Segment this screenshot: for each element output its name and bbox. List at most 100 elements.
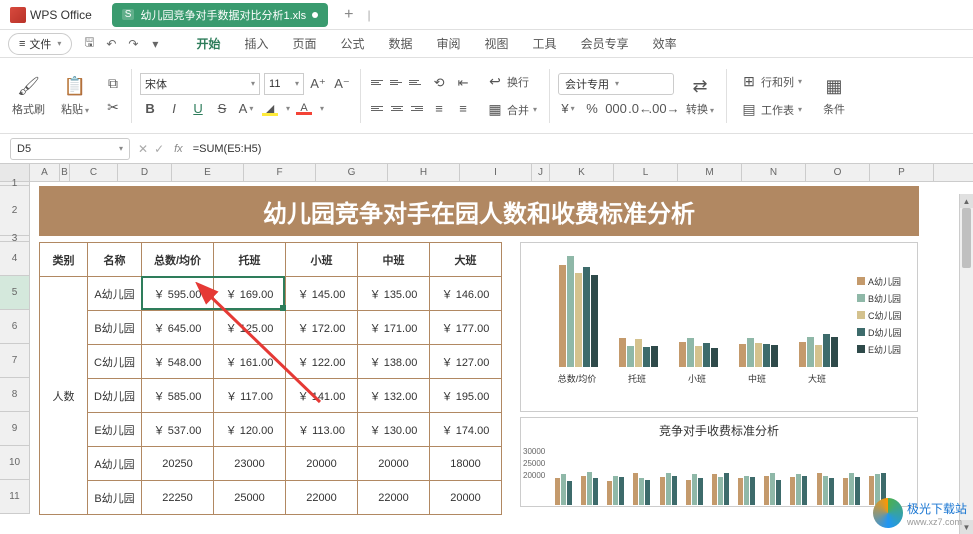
chart-fee-standard[interactable]: 竞争对手收费标准分析 300002500020000 <box>520 417 918 507</box>
ribbon-tab-4[interactable]: 数据 <box>389 35 413 52</box>
ribbon-tab-8[interactable]: 会员专享 <box>581 35 629 52</box>
chart-bar <box>666 473 671 505</box>
currency-icon[interactable]: ¥▾ <box>558 99 578 119</box>
ribbon-tab-0[interactable]: 开始 <box>196 35 220 52</box>
ribbon-tab-6[interactable]: 视图 <box>485 35 509 52</box>
copy-icon[interactable]: ⧉ <box>103 74 123 94</box>
align-bottom-icon[interactable] <box>407 75 425 91</box>
align-right-icon[interactable] <box>407 101 425 117</box>
italic-button[interactable]: I <box>164 99 184 119</box>
document-tab[interactable]: S 幼儿园竞争对手数据对比分析1.xls <box>112 3 328 27</box>
format-painter-button[interactable]: 🖌 格式刷 <box>8 73 49 119</box>
conditional-format-button[interactable]: ▦ 条件 <box>818 73 850 119</box>
font-size-select[interactable]: 11 ▾ <box>264 73 304 95</box>
ribbon-tab-5[interactable]: 审阅 <box>437 35 461 52</box>
col-header[interactable]: D <box>118 164 172 181</box>
wrap-text-button[interactable]: ↩ 换行 <box>481 70 541 94</box>
col-header[interactable]: M <box>678 164 742 181</box>
fill-color-button[interactable]: ◢ <box>260 99 280 119</box>
col-header[interactable]: K <box>550 164 614 181</box>
name-box[interactable]: D5 ▾ <box>10 138 130 160</box>
rowcol-button[interactable]: ⊞ 行和列▾ <box>735 70 806 94</box>
paste-button[interactable]: 📋 粘贴▾ <box>57 73 93 119</box>
ribbon-tab-7[interactable]: 工具 <box>533 35 557 52</box>
font-color-button[interactable]: A <box>294 99 314 119</box>
align-left-icon[interactable] <box>369 101 387 117</box>
row-header[interactable]: 7 <box>0 344 29 378</box>
value-cell: ￥ 145.00 <box>286 277 358 311</box>
cut-icon[interactable]: ✂ <box>103 98 123 118</box>
col-header[interactable]: P <box>870 164 934 181</box>
file-menu-button[interactable]: ≡ 文件 ▾ <box>8 33 72 55</box>
col-header[interactable]: E <box>172 164 244 181</box>
underline-button[interactable]: U <box>188 99 208 119</box>
new-tab-button[interactable]: + <box>338 6 359 24</box>
ribbon-tab-9[interactable]: 效率 <box>653 35 677 52</box>
col-header[interactable]: J <box>532 164 550 181</box>
convert-button[interactable]: ⇄ 转换▾ <box>682 73 718 119</box>
number-format-select[interactable]: 会计专用 ▾ <box>558 73 674 95</box>
orientation-icon[interactable]: ⟲ <box>429 73 449 93</box>
row-header[interactable]: 2 <box>0 186 29 236</box>
formula-input[interactable]: =SUM(E5:H5) <box>193 143 963 155</box>
row-header[interactable]: 5 <box>0 276 29 310</box>
scroll-up-icon[interactable]: ▲ <box>960 194 973 208</box>
fx-icon[interactable]: fx <box>174 143 183 155</box>
col-header[interactable]: I <box>460 164 532 181</box>
col-header[interactable]: F <box>244 164 316 181</box>
merge-cells-button[interactable]: ▦ 合并▾ <box>481 98 541 122</box>
ribbon-tab-2[interactable]: 页面 <box>292 35 316 52</box>
col-header[interactable]: A <box>30 164 60 181</box>
indent-left-icon[interactable]: ≡ <box>429 99 449 119</box>
strikethrough-button[interactable]: S <box>212 99 232 119</box>
align-center-icon[interactable] <box>388 101 406 117</box>
increase-font-icon[interactable]: A⁺ <box>308 74 328 94</box>
chevron-down-icon[interactable]: ▾ <box>286 104 290 113</box>
redo-icon[interactable]: ↷ <box>124 35 142 53</box>
decimal-inc-icon[interactable]: .00→ <box>654 99 674 119</box>
value-cell: ￥ 645.00 <box>142 311 214 345</box>
col-header[interactable]: H <box>388 164 460 181</box>
font-more-button[interactable]: A▾ <box>236 99 256 119</box>
indent-decrease-icon[interactable]: ⇤ <box>453 73 473 93</box>
chart-bar <box>643 347 650 367</box>
ribbon-tab-3[interactable]: 公式 <box>340 35 364 52</box>
spreadsheet-grid[interactable]: ABCDEFGHIJKLMNOP 1234567891011 幼儿园竞争对手在园… <box>0 164 973 534</box>
save-icon[interactable]: 🖫 <box>80 35 98 53</box>
ribbon: 🖌 格式刷 📋 粘贴▾ ⧉ ✂ 宋体 ▾ 11 ▾ A⁺ A⁻ B I U S <box>0 58 973 134</box>
vertical-scrollbar[interactable]: ▲ ▼ <box>959 194 973 534</box>
scrollbar-thumb[interactable] <box>962 208 971 268</box>
row-header[interactable]: 11 <box>0 480 29 514</box>
row-header[interactable]: 4 <box>0 242 29 276</box>
col-header[interactable]: C <box>70 164 118 181</box>
col-header[interactable]: L <box>614 164 678 181</box>
chart-plot-area: 300002500020000 <box>521 443 917 509</box>
chevron-down-icon: ▾ <box>85 106 89 115</box>
col-header[interactable]: G <box>316 164 388 181</box>
bold-button[interactable]: B <box>140 99 160 119</box>
comma-icon[interactable]: 000 <box>606 99 626 119</box>
undo-icon[interactable]: ↶ <box>102 35 120 53</box>
align-middle-icon[interactable] <box>388 75 406 91</box>
decimal-dec-icon[interactable]: .0← <box>630 99 650 119</box>
chevron-down-icon[interactable]: ▾ <box>320 104 324 113</box>
percent-icon[interactable]: % <box>582 99 602 119</box>
qat-more-icon[interactable]: ▾ <box>146 35 164 53</box>
col-header[interactable]: O <box>806 164 870 181</box>
chevron-down-icon: ▾ <box>295 79 299 88</box>
confirm-icon[interactable]: ✓ <box>154 142 164 156</box>
row-header[interactable]: 6 <box>0 310 29 344</box>
align-top-icon[interactable] <box>369 75 387 91</box>
worksheet-button[interactable]: ▤ 工作表▾ <box>735 98 806 122</box>
font-name-select[interactable]: 宋体 ▾ <box>140 73 260 95</box>
indent-right-icon[interactable]: ≡ <box>453 99 473 119</box>
col-header[interactable]: B <box>60 164 70 181</box>
chart-population[interactable]: 总数/均价托班小班中班大班 A幼儿园B幼儿园C幼儿园D幼儿园E幼儿园 <box>520 242 918 412</box>
row-header[interactable]: 9 <box>0 412 29 446</box>
cancel-icon[interactable]: ✕ <box>138 142 148 156</box>
decrease-font-icon[interactable]: A⁻ <box>332 74 352 94</box>
col-header[interactable]: N <box>742 164 806 181</box>
row-header[interactable]: 10 <box>0 446 29 480</box>
ribbon-tab-1[interactable]: 插入 <box>244 35 268 52</box>
row-header[interactable]: 8 <box>0 378 29 412</box>
